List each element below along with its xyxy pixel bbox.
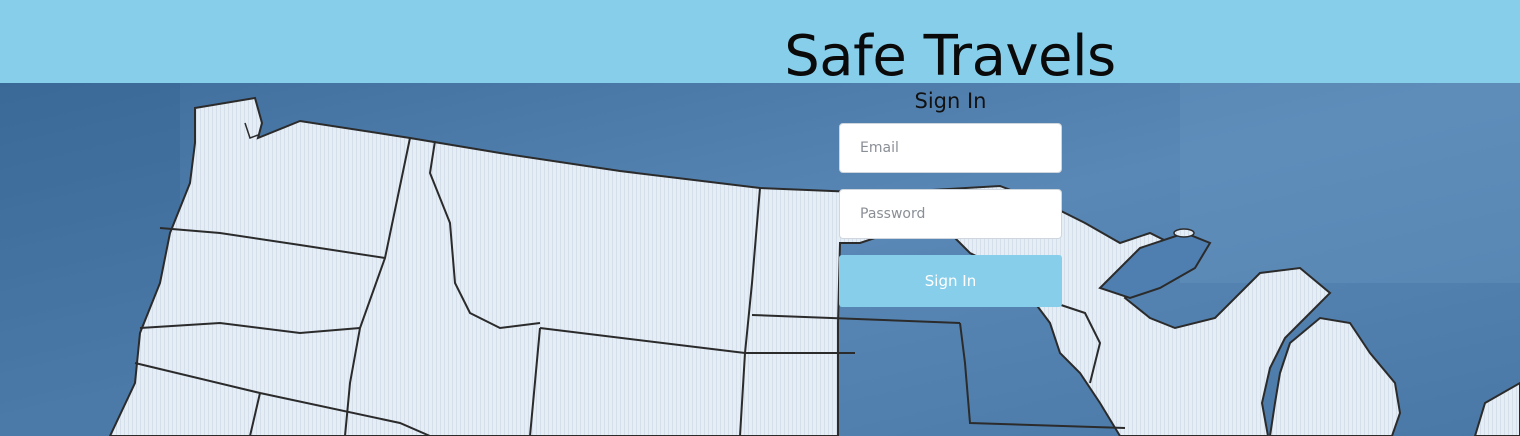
signin-form: Sign In Sign In	[839, 88, 1062, 307]
login-page: Safe Travels Sign In Sign In	[0, 0, 1520, 436]
signin-heading: Sign In	[914, 89, 987, 113]
email-input[interactable]	[839, 123, 1062, 173]
signin-button[interactable]: Sign In	[839, 255, 1062, 307]
password-input[interactable]	[839, 189, 1062, 239]
page-title: Safe Travels	[784, 24, 1116, 89]
us-map-background	[0, 83, 1520, 436]
